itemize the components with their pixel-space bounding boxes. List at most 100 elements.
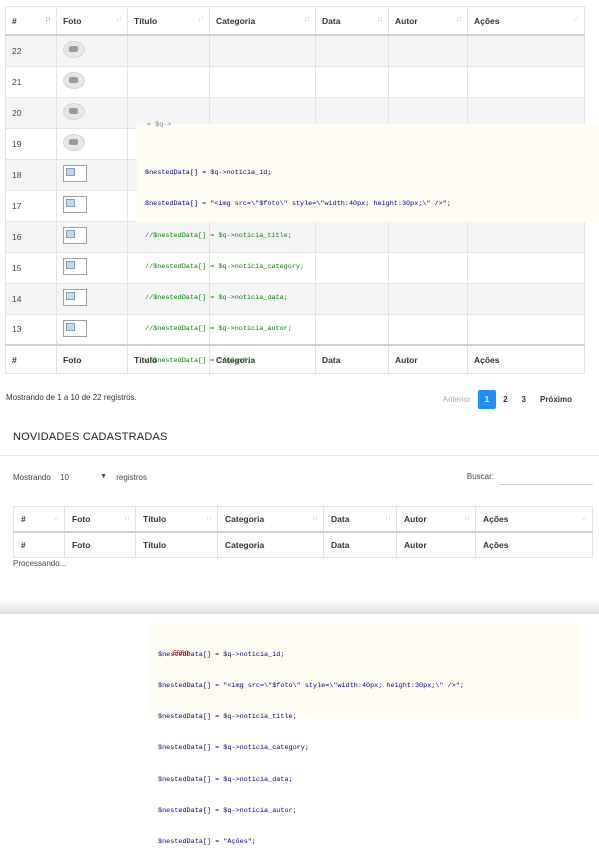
col-header-titulo[interactable]: Título ↓↑ xyxy=(127,6,210,36)
code-snippet-overlay: = $q-> $nestedData[] = $q->noticia_id; $… xyxy=(137,121,599,365)
cell-id: 16 xyxy=(5,220,57,253)
table-header-row: # ↓↑ Foto ↓↑ Título ↓↑ Categoria ↓↑ Data ↓↑ A… xyxy=(5,6,585,36)
sort-icon: ↓↑ xyxy=(573,16,579,23)
code-line: $nestedData[] = "Ações"; xyxy=(158,838,256,847)
cell-foto xyxy=(56,251,128,284)
col-footer: Título xyxy=(135,531,218,558)
pagination-page-3[interactable]: 3 xyxy=(515,391,533,408)
cell-foto xyxy=(56,189,128,222)
col-header-label: Autor xyxy=(395,15,418,26)
code-comment-line: //$nestedData[] = $q->noticia_category; xyxy=(145,262,305,271)
cell-id: 13 xyxy=(5,313,57,346)
col-footer: Categoria xyxy=(217,531,324,558)
table-header-row: # ↓↑ Foto ↓↑ Título ↓↑ Categoria ↓↑ Data ↓↑ A… xyxy=(13,506,593,533)
processing-indicator: Processando... xyxy=(13,559,67,568)
code-line: $nestedData[] = "<img src=\"$foto\" styl… xyxy=(145,200,451,209)
code-snippet-overlay-2: $nestedData[] = $q->noticia_id; $nestedD… xyxy=(150,623,580,846)
cell-foto xyxy=(56,96,128,129)
code-comment-line: //$nestedData[] = $q->noticia_title; xyxy=(145,231,292,240)
col-footer: # xyxy=(5,344,57,374)
code-line: $nestedData[] = $q->noticia_id; xyxy=(145,169,272,178)
sort-icon: ↓↑ xyxy=(198,16,204,23)
cell-empty xyxy=(315,34,389,67)
col-header-label: Data xyxy=(331,514,350,524)
broken-image-icon xyxy=(63,258,87,275)
col-header-label: Ações xyxy=(483,514,509,524)
camera-placeholder-icon xyxy=(63,41,85,59)
code-line: $nestedData[] = $q->noticia_id; xyxy=(158,650,285,659)
length-control: Mostrando 10 ▼ registros xyxy=(13,473,147,482)
table-row: 21 xyxy=(5,65,585,98)
pagination-next[interactable]: Próximo xyxy=(533,391,579,408)
code-comment-line: //$nestedData[] = $q->noticia_autor; xyxy=(145,325,292,334)
pagination-page-2[interactable]: 2 xyxy=(496,391,514,408)
code-line: $nestedData[] = $q->noticia_category; xyxy=(158,744,309,753)
col-header-foto[interactable]: Foto ↓↑ xyxy=(64,506,136,533)
sort-icon: ↓↑ xyxy=(312,515,318,522)
cell-empty xyxy=(209,65,316,98)
col-header-foto[interactable]: Foto ↓↑ xyxy=(56,6,128,36)
pagination: Anterior 1 2 3 Próximo xyxy=(436,390,579,409)
code-line: $nestedData[] = $q->noticia_title; xyxy=(158,713,297,722)
broken-image-icon xyxy=(63,289,87,306)
sort-icon: ↓↑ xyxy=(206,515,212,522)
cell-id: 17 xyxy=(5,189,57,222)
pagination-page-1[interactable]: 1 xyxy=(477,390,497,409)
col-header-autor[interactable]: Autor ↓↑ xyxy=(388,6,468,36)
col-header-label: # xyxy=(12,15,17,26)
cell-id: 15 xyxy=(5,251,57,284)
col-header-id[interactable]: # ↓↑ xyxy=(13,506,65,533)
col-header-data[interactable]: Data ↓↑ xyxy=(315,6,389,36)
col-header-label: Categoria xyxy=(216,15,256,26)
sort-icon: ↓↑ xyxy=(581,515,587,522)
cell-empty xyxy=(388,65,468,98)
cell-empty xyxy=(209,34,316,67)
col-header-autor[interactable]: Autor ↓↑ xyxy=(396,506,476,533)
broken-image-icon xyxy=(63,165,87,182)
col-footer: Foto xyxy=(64,531,136,558)
cell-foto xyxy=(56,127,128,160)
sort-icon: ↓↑ xyxy=(456,16,462,23)
code-comment-line: //$nestedData[] = $q->noticia_data; xyxy=(145,294,288,303)
col-header-titulo[interactable]: Título ↓↑ xyxy=(135,506,218,533)
col-header-label: Foto xyxy=(63,15,82,26)
sort-desc-icon: ↓↑ xyxy=(45,16,51,23)
search-input[interactable] xyxy=(499,468,593,485)
cell-id: 22 xyxy=(5,34,57,67)
sort-icon: ↓↑ xyxy=(53,515,59,522)
col-header-acoes[interactable]: Ações ↓↑ xyxy=(467,6,585,36)
sort-icon: ↓↑ xyxy=(116,16,122,23)
col-footer: # xyxy=(13,531,65,558)
col-header-data[interactable]: Data ↓↑ xyxy=(323,506,397,533)
section-divider xyxy=(0,455,599,456)
code-fragment-top: = $q-> xyxy=(147,121,172,129)
col-header-categoria[interactable]: Categoria ↓↑ xyxy=(217,506,324,533)
col-header-label: Ações xyxy=(474,15,500,26)
page-length-value: 10 xyxy=(60,473,69,482)
col-header-id[interactable]: # ↓↑ xyxy=(5,6,57,36)
col-header-label: Categoria xyxy=(225,514,265,524)
table-footer-row: # Foto Título Categoria Data Autor Ações xyxy=(13,531,593,558)
col-header-label: Data xyxy=(322,15,341,26)
cell-empty xyxy=(467,65,585,98)
col-footer: Foto xyxy=(56,344,128,374)
cell-empty xyxy=(315,65,389,98)
section-title: NOVIDADES CADASTRADAS xyxy=(13,431,168,443)
camera-placeholder-icon xyxy=(63,72,85,89)
sort-icon: ↓↑ xyxy=(464,515,470,522)
col-header-acoes[interactable]: Ações ↓↑ xyxy=(475,506,593,533)
broken-image-icon xyxy=(63,319,87,337)
pagination-previous[interactable]: Anterior xyxy=(436,391,478,408)
col-header-categoria[interactable]: Categoria ↓↑ xyxy=(209,6,316,36)
broken-image-icon xyxy=(63,227,87,244)
page-length-select[interactable]: 10 ▼ xyxy=(57,473,110,482)
length-prefix-label: Mostrando xyxy=(13,473,51,482)
length-suffix-label: registros xyxy=(116,473,147,482)
code-line: $nestedData[] = "<img src=\"$foto\" styl… xyxy=(158,682,464,691)
cell-foto xyxy=(56,220,128,253)
cell-empty xyxy=(467,34,585,67)
cell-foto xyxy=(56,34,128,67)
broken-image-icon xyxy=(63,196,87,213)
error-label: ERRO xyxy=(173,650,189,657)
table-row: 22 xyxy=(5,34,585,67)
